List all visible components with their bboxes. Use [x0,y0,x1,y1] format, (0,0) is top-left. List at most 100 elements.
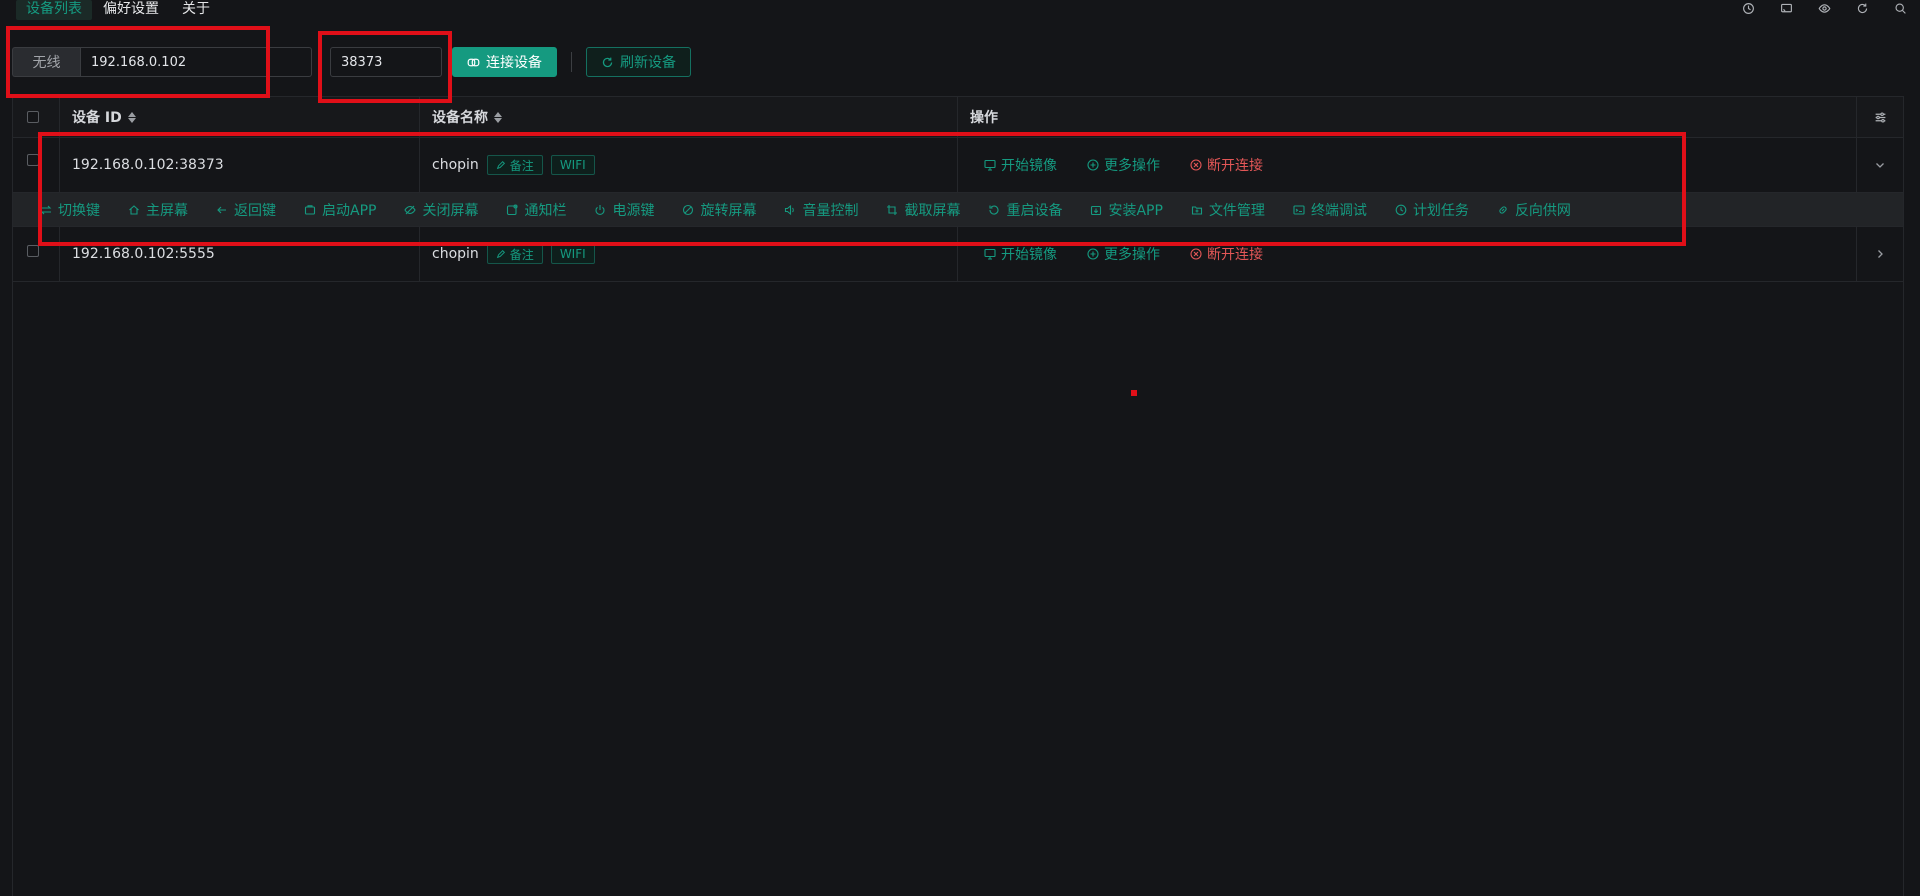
close-circle-icon [1190,248,1202,260]
tab-about[interactable]: 关于 [182,0,210,20]
edit-icon [496,249,505,259]
start-mirror-label: 开始镜像 [1001,158,1057,174]
chevron-right-icon [1878,250,1883,258]
power-icon [595,204,606,215]
arrow-left-icon [217,206,226,213]
crop-icon [887,204,898,215]
sort-icon[interactable] [127,111,136,123]
column-separator [59,97,60,137]
quick-action-label: 通知栏 [524,202,567,219]
refresh-icon [602,57,613,67]
quick-action-label: 电源键 [612,202,655,219]
disconnect-label: 断开连接 [1207,247,1263,263]
quick-action-power[interactable]: 电源键 [594,200,654,220]
disconnect-button[interactable]: 断开连接 [1190,244,1263,264]
connection-toolbar: 无线 连接设备 刷新设备 [0,44,1920,80]
sort-icon[interactable] [494,111,502,123]
notification-icon [507,203,519,215]
quick-action-terminal[interactable]: 终端调试 [1293,200,1367,220]
column-header-device-id[interactable]: 设备 ID [72,97,136,137]
refresh-icon[interactable] [1854,0,1870,16]
eye-off-icon [404,205,417,214]
column-header-actions: 操作 [970,97,998,137]
quick-action-file-manager[interactable]: 文件管理 [1191,200,1265,220]
quick-action-back[interactable]: 返回键 [216,200,276,220]
terminal-icon [1293,204,1305,215]
more-actions-button[interactable]: 更多操作 [1087,155,1160,175]
quick-action-reboot[interactable]: 重启设备 [988,200,1062,220]
monitor-icon [984,248,996,260]
actions-cell: 开始镜像 更多操作 断开连接 [984,138,1293,192]
column-settings-icon[interactable] [1874,97,1887,137]
quick-action-notification[interactable]: 通知栏 [506,200,566,220]
reboot-icon [989,205,1000,215]
quick-action-label: 截取屏幕 [904,202,961,219]
column-separator [957,138,958,192]
quick-action-reverse-tether[interactable]: 反向供网 [1497,200,1571,220]
disconnect-label: 断开连接 [1207,158,1263,174]
quick-action-label: 音量控制 [802,202,859,219]
device-name-cell: chopin 备注 WIFI [432,227,595,281]
rotate-icon [683,204,694,215]
port-input[interactable] [330,47,442,77]
refresh-devices-button[interactable]: 刷新设备 [586,47,691,77]
row-checkbox[interactable] [27,154,39,166]
quick-action-screenshot[interactable]: 截取屏幕 [886,200,960,220]
wifi-type-tag: WIFI [550,244,595,264]
quick-action-home[interactable]: 主屏幕 [128,200,188,220]
connect-device-button[interactable]: 连接设备 [452,47,557,77]
search-icon[interactable] [1892,0,1908,16]
clock-icon [1395,204,1407,215]
screen-cast-icon[interactable] [1778,0,1794,16]
actions-cell: 开始镜像 更多操作 断开连接 [984,227,1293,281]
app-icon [304,204,316,215]
chevron-down-icon [1876,163,1884,168]
quick-action-install-app[interactable]: 安装APP [1090,200,1163,220]
disconnect-button[interactable]: 断开连接 [1190,155,1263,175]
clock-icon[interactable] [1740,0,1756,16]
more-actions-button[interactable]: 更多操作 [1087,244,1160,264]
plus-circle-icon [1087,248,1099,260]
quick-action-volume[interactable]: 音量控制 [784,200,858,220]
table-row: 192.168.0.102:5555 chopin 备注 WIFI 开始镜像 更… [12,227,1904,282]
switch-icon [40,205,52,214]
quick-action-launch-app[interactable]: 启动APP [304,200,376,220]
row-checkbox[interactable] [27,245,39,257]
select-all-checkbox[interactable] [27,111,39,123]
column-separator [957,97,958,137]
connection-mode-tag: 无线 [12,47,80,77]
quick-action-screen-off[interactable]: 关闭屏幕 [404,200,478,220]
start-mirror-button[interactable]: 开始镜像 [984,155,1057,175]
ip-address-input[interactable] [80,47,312,77]
connect-device-label: 连接设备 [486,55,542,71]
quick-action-scheduled-task[interactable]: 计划任务 [1395,200,1469,220]
column-separator [419,97,420,137]
quick-action-label: 反向供网 [1514,202,1571,219]
window-icon-group [1740,0,1908,18]
note-button[interactable]: 备注 [486,155,543,175]
quick-action-label: 重启设备 [1006,202,1063,219]
table-left-border [12,96,13,896]
quick-action-label: 关闭屏幕 [422,202,479,219]
start-mirror-button[interactable]: 开始镜像 [984,244,1057,264]
column-separator [419,138,420,192]
quick-action-label: 返回键 [234,202,276,219]
tab-preferences[interactable]: 偏好设置 [103,0,159,20]
eye-icon[interactable] [1816,0,1832,16]
note-button[interactable]: 备注 [486,244,543,264]
quick-action-label: 启动APP [322,202,377,219]
link-icon [467,58,480,66]
top-tab-bar: 设备列表 偏好设置 关于 [0,0,1920,20]
quick-action-switch-key[interactable]: 切换键 [40,200,100,220]
column-header-device-name[interactable]: 设备名称 [432,97,502,137]
tab-device-list[interactable]: 设备列表 [16,0,92,20]
quick-action-rotate[interactable]: 旋转屏幕 [682,200,756,220]
column-separator [957,227,958,281]
collapse-row-button[interactable] [1856,138,1904,192]
note-label: 备注 [509,247,534,262]
device-name: chopin [432,157,479,173]
expand-row-button[interactable] [1856,227,1904,281]
volume-icon [785,204,795,215]
device-name-cell: chopin 备注 WIFI [432,138,595,192]
quick-action-label: 旋转屏幕 [700,202,757,219]
